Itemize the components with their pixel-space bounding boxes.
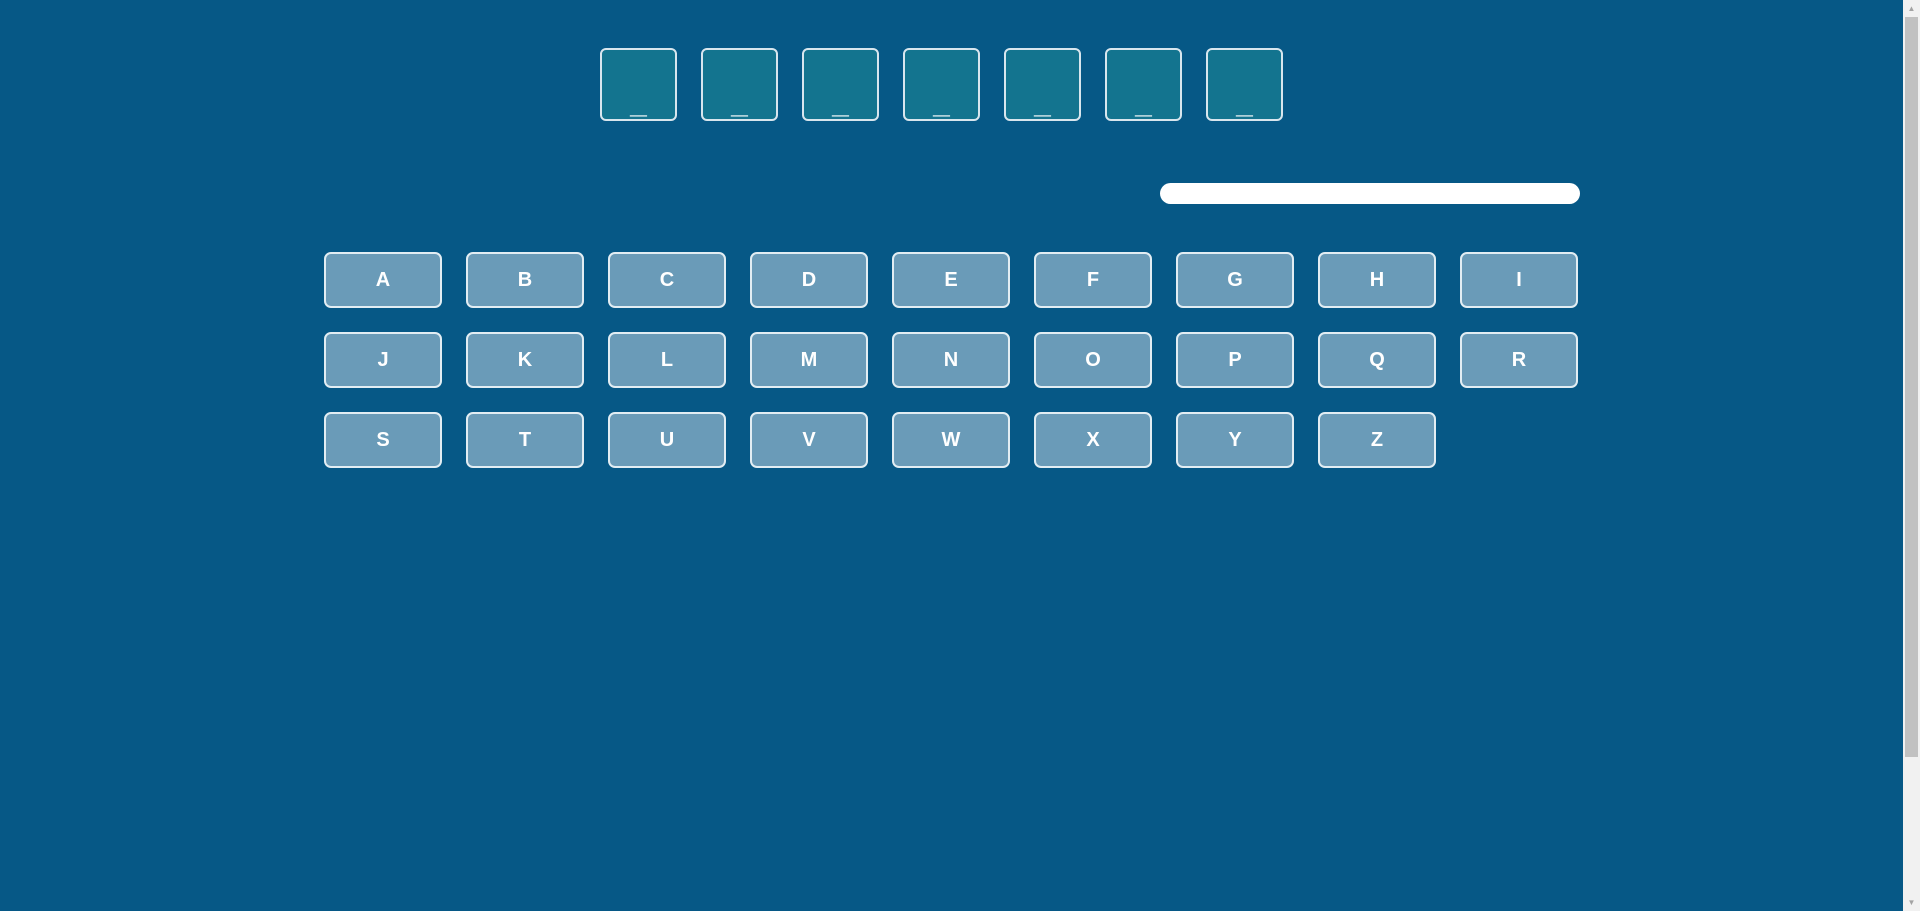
key-p[interactable]: P	[1176, 332, 1294, 388]
key-h[interactable]: H	[1318, 252, 1436, 308]
letter-slot: _	[701, 48, 778, 121]
key-f[interactable]: F	[1034, 252, 1152, 308]
key-b[interactable]: B	[466, 252, 584, 308]
key-j[interactable]: J	[324, 332, 442, 388]
key-l[interactable]: L	[608, 332, 726, 388]
letter-slot: _	[1206, 48, 1283, 121]
key-s[interactable]: S	[324, 412, 442, 468]
key-m[interactable]: M	[750, 332, 868, 388]
key-i[interactable]: I	[1460, 252, 1578, 308]
progress-bar	[1160, 183, 1580, 204]
key-v[interactable]: V	[750, 412, 868, 468]
key-q[interactable]: Q	[1318, 332, 1436, 388]
letter-slot: _	[1105, 48, 1182, 121]
key-x[interactable]: X	[1034, 412, 1152, 468]
triangle-up-icon[interactable]: ▲	[1903, 0, 1920, 17]
key-c[interactable]: C	[608, 252, 726, 308]
key-z[interactable]: Z	[1318, 412, 1436, 468]
key-o[interactable]: O	[1034, 332, 1152, 388]
letter-slot: _	[600, 48, 677, 121]
key-t[interactable]: T	[466, 412, 584, 468]
letter-keyboard: A B C D E F G H I J K L M N O P Q R S T …	[324, 252, 1580, 468]
letter-slot: _	[903, 48, 980, 121]
key-n[interactable]: N	[892, 332, 1010, 388]
key-y[interactable]: Y	[1176, 412, 1294, 468]
key-u[interactable]: U	[608, 412, 726, 468]
scrollbar-thumb[interactable]	[1905, 17, 1918, 757]
key-a[interactable]: A	[324, 252, 442, 308]
game-page: _ _ _ _ _ _ _ A B C D E F G H I J K L M …	[0, 0, 1903, 911]
letter-slot: _	[802, 48, 879, 121]
progress-bar-fill	[1160, 183, 1580, 204]
key-e[interactable]: E	[892, 252, 1010, 308]
key-d[interactable]: D	[750, 252, 868, 308]
key-w[interactable]: W	[892, 412, 1010, 468]
key-g[interactable]: G	[1176, 252, 1294, 308]
key-r[interactable]: R	[1460, 332, 1578, 388]
vertical-scrollbar[interactable]: ▲ ▼	[1903, 0, 1920, 911]
key-k[interactable]: K	[466, 332, 584, 388]
triangle-down-icon[interactable]: ▼	[1903, 894, 1920, 911]
letter-slot: _	[1004, 48, 1081, 121]
word-slots: _ _ _ _ _ _ _	[600, 48, 1283, 121]
